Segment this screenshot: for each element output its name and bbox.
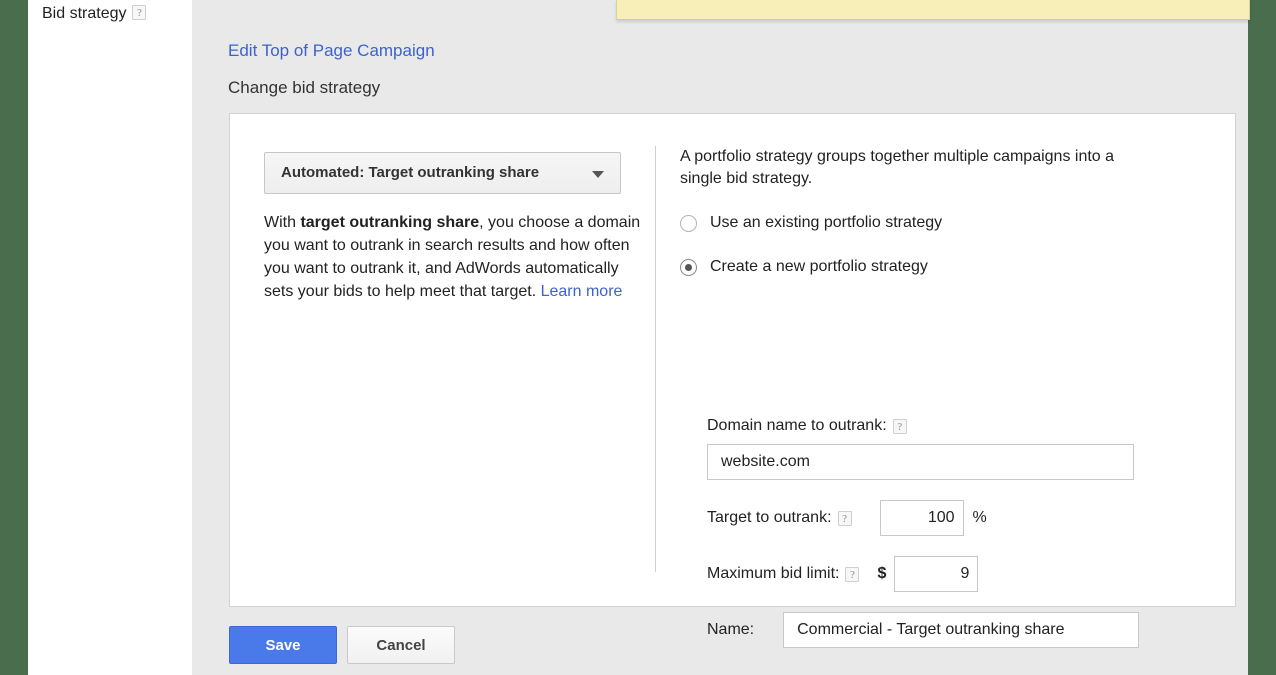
desc-prefix: With [264, 214, 301, 231]
screen-root: Bid strategy? Edit Top of Page Campaign … [0, 0, 1276, 675]
page-edge-right [1248, 0, 1276, 675]
bid-strategy-select[interactable]: Automated: Target outranking share [264, 152, 621, 194]
domain-input[interactable] [707, 444, 1134, 480]
max-bid-input[interactable] [894, 556, 979, 592]
domain-field-label: Domain name to outrank: [707, 417, 887, 434]
desc-bold-term: target outranking share [300, 214, 480, 231]
radio-use-existing-portfolio[interactable]: Use an existing portfolio strategy [680, 214, 942, 232]
chevron-down-icon [592, 171, 604, 178]
max-bid-field-label: Maximum bid limit: [707, 565, 840, 582]
portfolio-intro-text: A portfolio strategy groups together mul… [680, 148, 1115, 187]
target-unit-percent: % [972, 509, 987, 526]
breadcrumb-edit-campaign-link[interactable]: Edit Top of Page Campaign [228, 41, 435, 61]
learn-more-link[interactable]: Learn more [541, 283, 623, 300]
target-help-icon[interactable]: ? [837, 510, 852, 526]
save-button[interactable]: Save [229, 626, 337, 664]
name-field-row: Name: [707, 612, 1140, 648]
name-field-label: Name: [707, 621, 755, 638]
help-icon[interactable]: ? [132, 5, 147, 20]
main-panel: Edit Top of Page Campaign Change bid str… [192, 0, 1250, 675]
currency-symbol: $ [877, 565, 887, 582]
radio-icon-selected[interactable] [680, 258, 697, 276]
radio-label-create-new: Create a new portfolio strategy [710, 258, 928, 275]
radio-icon-unselected[interactable] [680, 214, 697, 232]
target-field-label: Target to outrank: [707, 509, 832, 526]
target-input[interactable] [879, 500, 964, 536]
bid-strategy-label-text: Bid strategy [42, 5, 127, 22]
bid-strategy-label: Bid strategy? [42, 5, 147, 23]
cancel-button[interactable]: Cancel [347, 626, 455, 664]
strategy-description: With target outranking share, you choose… [264, 211, 646, 303]
change-bid-strategy-card: Automated: Target outranking share With … [229, 113, 1236, 648]
page-title: Change bid strategy [228, 78, 381, 97]
radio-create-new-portfolio[interactable]: Create a new portfolio strategy [680, 258, 928, 276]
page-edge-left [0, 0, 28, 675]
card-divider [655, 146, 656, 572]
max-bid-field-row: Maximum bid limit: ? $ [707, 556, 979, 592]
domain-help-icon[interactable]: ? [892, 418, 907, 434]
left-column: Bid strategy? [28, 0, 192, 675]
notification-bar [616, 0, 1250, 20]
max-bid-help-icon[interactable]: ? [845, 566, 860, 582]
name-input[interactable] [783, 612, 1140, 648]
target-field-row: Target to outrank: ? % [707, 500, 987, 536]
radio-label-use-existing: Use an existing portfolio strategy [710, 214, 943, 231]
domain-field-label-row: Domain name to outrank: ? [707, 417, 907, 435]
bid-strategy-select-value: Automated: Target outranking share [281, 164, 540, 181]
